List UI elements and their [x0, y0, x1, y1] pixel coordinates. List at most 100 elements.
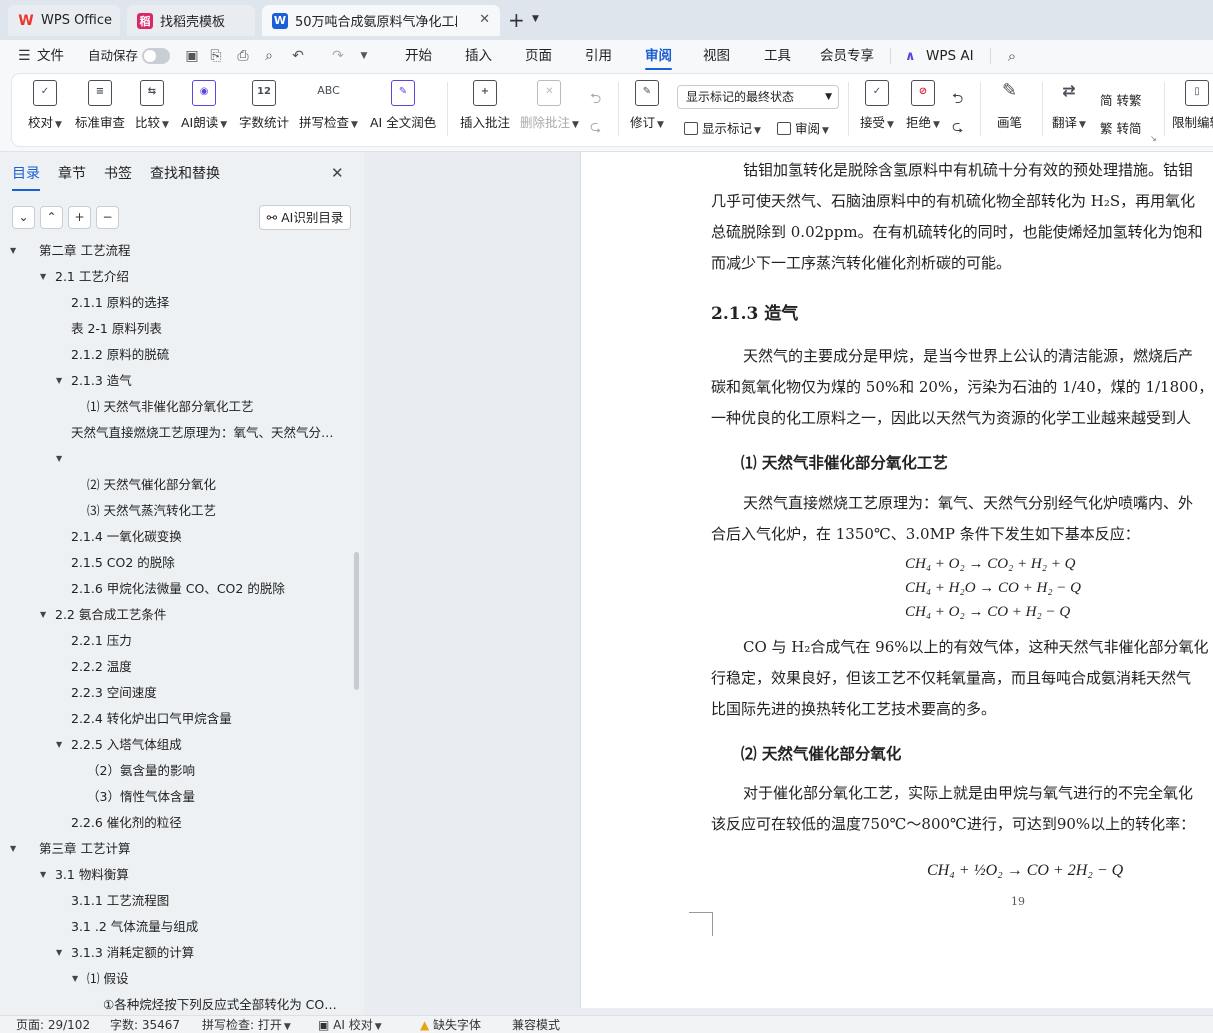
new-tab-icon[interactable]: + [508, 8, 525, 32]
print-icon[interactable]: ⎙ [235, 48, 251, 64]
next-comment-icon[interactable]: ⮎ [590, 116, 601, 140]
document-page[interactable]: 钴钼加氢转化是脱除含氢原料中有机硫十分有效的预处理措施。钴钼 几乎可使天然气、石… [580, 152, 1213, 1008]
toc-item[interactable]: 2.1.6 甲烷化法微量 CO、CO2 的脱除 [71, 576, 285, 602]
translate-button[interactable]: ⇄ 翻译 ▼ [1052, 80, 1086, 131]
to-traditional-button[interactable]: 简 转繁 [1100, 90, 1141, 109]
spell-check-indicator[interactable]: 拼写检查: 打开 ▼ [202, 1016, 291, 1033]
markup-display-select[interactable]: 显示标记的最终状态 ▼ [677, 85, 839, 109]
tab-list-chevron-icon[interactable]: ▼ [532, 14, 539, 24]
insert-comment-button[interactable]: + 插入批注 [460, 80, 510, 131]
show-markup-button[interactable]: 显示标记 ▼ [684, 118, 761, 137]
review-pane-button[interactable]: 审阅 ▼ [777, 118, 829, 137]
nav-tab-chapters[interactable]: 章节 [58, 163, 86, 183]
toc-expand-arrow-icon[interactable]: ▼ [10, 836, 16, 862]
hamburger-menu-icon[interactable]: ☰ [18, 48, 31, 64]
menu-wps-ai[interactable]: WPS AI [926, 40, 974, 72]
toc-item[interactable]: 3.1 物料衡算 [55, 862, 129, 888]
page-indicator[interactable]: 页面: 29/102 [16, 1016, 90, 1033]
menu-member[interactable]: 会员专享 [820, 40, 874, 72]
close-tab-icon[interactable]: ✕ [479, 12, 490, 27]
toc-item[interactable]: 第二章 工艺流程 [39, 244, 130, 264]
search-icon[interactable]: ⌕ [1004, 48, 1020, 64]
toc-expand-arrow-icon[interactable]: ▼ [56, 732, 62, 758]
more-chevron-icon[interactable]: ▼ [356, 48, 372, 64]
menu-tools[interactable]: 工具 [764, 40, 791, 72]
toc-scrollbar[interactable] [354, 552, 359, 690]
toc-expand-arrow-icon[interactable]: ▼ [56, 940, 62, 966]
toc-item[interactable]: 2.2 氨合成工艺条件 [55, 602, 166, 628]
close-pane-icon[interactable]: ✕ [331, 164, 344, 182]
autosave-toggle[interactable] [142, 48, 170, 64]
reject-button[interactable]: ⊘ 拒绝 ▼ [906, 80, 940, 131]
toc-item[interactable]: ①各种烷烃按下列反应式全部转化为 CO2 和 H2... [103, 992, 340, 1015]
collapse-up-button[interactable]: ⌃ [40, 206, 63, 229]
toc-item[interactable]: 2.1.2 原料的脱硫 [71, 342, 169, 368]
menu-view[interactable]: 视图 [703, 40, 730, 72]
menu-review[interactable]: 审阅 [645, 40, 672, 72]
toc-expand-arrow-icon[interactable]: ▼ [40, 264, 46, 290]
toc-expand-arrow-icon[interactable]: ▼ [56, 368, 62, 394]
tab-document[interactable]: W 50万吨合成氨原料气净化工段 ✕ [262, 5, 500, 36]
toc-expand-arrow-icon[interactable]: ▼ [10, 244, 16, 264]
ai-toc-button[interactable]: ⚯ AI识别目录 [259, 205, 351, 230]
toc-expand-arrow-icon[interactable]: ▼ [40, 602, 46, 628]
print-preview-icon[interactable]: ⌕ [261, 48, 277, 64]
toc-item[interactable]: 2.2.2 温度 [71, 654, 132, 680]
undo-icon[interactable]: ↶ [290, 48, 306, 64]
next-change-icon[interactable]: ⮎ [952, 116, 963, 140]
menu-references[interactable]: 引用 [585, 40, 612, 72]
missing-font-indicator[interactable]: ▲ 缺失字体 [420, 1016, 481, 1033]
word-count-indicator[interactable]: 字数: 35467 [110, 1016, 180, 1033]
menu-insert[interactable]: 插入 [465, 40, 492, 72]
toc-item[interactable]: 3.1 .2 气体流量与组成 [71, 914, 198, 940]
toc-item[interactable]: 2.2.4 转化炉出口气甲烷含量 [71, 706, 232, 732]
standard-review-button[interactable]: ≡ 标准审查 [75, 80, 125, 131]
save-icon[interactable]: ▣ [184, 48, 200, 64]
toc-item[interactable]: 2.1.4 一氧化碳变换 [71, 524, 182, 550]
expand-down-button[interactable]: ⌄ [12, 206, 35, 229]
track-changes-button[interactable]: ✎ 修订 ▼ [630, 80, 664, 131]
to-simplified-button[interactable]: 繁 转简 [1100, 118, 1141, 137]
toc-item[interactable]: 3.1.1 工艺流程图 [71, 888, 169, 914]
nav-tab-find-replace[interactable]: 查找和替换 [150, 163, 220, 183]
redo-icon[interactable]: ↷ [330, 48, 346, 64]
toc-item[interactable]: 2.1.5 CO2 的脱除 [71, 550, 175, 576]
toc-item[interactable]: ⑴ 假设 [87, 966, 128, 992]
spell-check-button[interactable]: ABC 拼写检查 ▼ [299, 80, 358, 131]
menu-home[interactable]: 开始 [405, 40, 432, 72]
toc-item[interactable]: 2.1.1 原料的选择 [71, 290, 169, 316]
toc-item[interactable]: ⑶ 天然气蒸汽转化工艺 [87, 498, 216, 524]
toc-item[interactable]: 第三章 工艺计算 [39, 836, 130, 862]
prev-comment-icon[interactable]: ⮌ [590, 88, 601, 112]
ink-button[interactable]: ✎ 画笔 [997, 80, 1022, 131]
ai-polish-button[interactable]: ✎ AI 全文润色 [370, 80, 436, 131]
tab-wps-office[interactable]: W WPS Office [8, 5, 120, 36]
nav-tab-bookmarks[interactable]: 书签 [104, 163, 132, 183]
compare-button[interactable]: ⇆ 比较 ▼ [135, 80, 169, 131]
toc-item[interactable]: 2.1.3 造气 [71, 368, 132, 394]
toc-item[interactable]: 表 2-1 原料列表 [71, 316, 162, 342]
export-icon[interactable]: ⎘ [208, 48, 224, 64]
accept-button[interactable]: ✓ 接受 ▼ [860, 80, 894, 131]
menu-page[interactable]: 页面 [525, 40, 552, 72]
toc-item[interactable]: ⑵ 天然气催化部分氧化 [87, 472, 216, 498]
remove-heading-button[interactable]: − [96, 206, 119, 229]
nav-tab-toc[interactable]: 目录 [12, 163, 40, 191]
toc-item[interactable]: （2）氨含量的影响 [87, 758, 195, 784]
tab-docer-templates[interactable]: 稻 找稻壳模板 [127, 5, 255, 36]
proofread-button[interactable]: ✓ 校对 ▼ [28, 80, 62, 131]
toc-expand-arrow-icon[interactable]: ▼ [40, 862, 46, 888]
toc-item[interactable]: （3）惰性气体含量 [87, 784, 195, 810]
ai-proof-indicator[interactable]: ▣ AI 校对 ▼ [318, 1016, 382, 1033]
file-menu[interactable]: 文件 [37, 40, 64, 72]
restrict-edit-button[interactable]: ▯ 限制编辑 [1172, 80, 1213, 131]
toc-item[interactable]: 2.2.1 压力 [71, 628, 132, 654]
ai-read-button[interactable]: ◉ AI朗读 ▼ [181, 80, 227, 131]
toc-item[interactable]: ⑴ 天然气非催化部分氧化工艺 [87, 394, 253, 420]
toc-item[interactable]: 2.2.6 催化剂的粒径 [71, 810, 182, 836]
toc-item[interactable]: 2.2.5 入塔气体组成 [71, 732, 182, 758]
prev-change-icon[interactable]: ⮌ [952, 88, 963, 112]
toc-item[interactable]: 2.2.3 空间速度 [71, 680, 157, 706]
add-heading-button[interactable]: + [68, 206, 91, 229]
word-count-button[interactable]: 12 字数统计 [239, 80, 289, 131]
